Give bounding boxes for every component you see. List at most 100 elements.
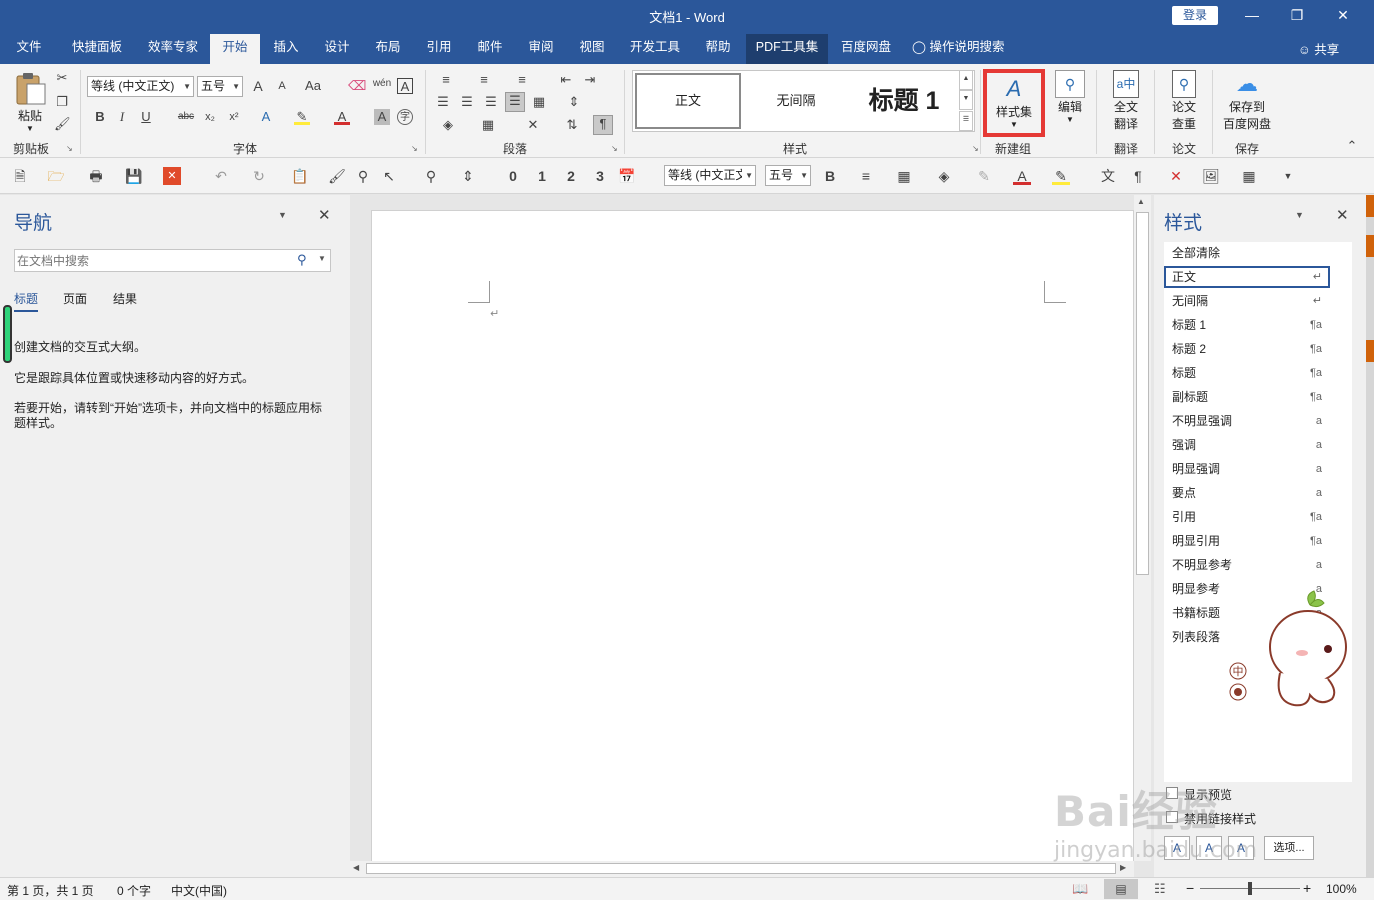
font-size-combo[interactable]: 五号 ▼ <box>197 76 243 97</box>
qat-fill-icon[interactable]: ◈ <box>934 167 954 185</box>
nav-search-box[interactable]: ⚲ ▼ <box>14 249 331 272</box>
qat-table-icon[interactable]: ▦ <box>895 167 913 185</box>
gallery-up-icon[interactable]: ▲ <box>959 70 973 90</box>
show-marks-icon[interactable]: ¶ <box>593 115 613 135</box>
styles-pane-menu-icon[interactable]: ▼ <box>1295 210 1304 220</box>
style-row-heading-1[interactable]: 标题 1 ¶a <box>1164 314 1352 336</box>
web-layout-icon[interactable]: ☷ <box>1154 881 1166 897</box>
cut-icon[interactable]: ✂ <box>54 70 70 86</box>
style-row-no-spacing[interactable]: 无间隔 ↵ <box>1164 290 1352 312</box>
tab-efficiency-expert[interactable]: 效率专家 <box>138 34 208 64</box>
level-0-button[interactable]: 0 <box>506 167 520 185</box>
zoom-level[interactable]: 100% <box>1326 882 1357 896</box>
style-row-normal[interactable]: 正文 ↵ <box>1164 266 1330 288</box>
restore-button[interactable]: ❐ <box>1274 0 1320 30</box>
zoom-slider-thumb[interactable] <box>1248 882 1252 895</box>
distributed-icon[interactable]: ▦ <box>531 94 547 110</box>
qat-font-size-combo[interactable]: 五号 ▼ <box>765 165 811 186</box>
sort-icon[interactable]: ⇅ <box>564 117 580 133</box>
highlight-icon[interactable]: ✎ <box>294 109 310 125</box>
style-row-strong[interactable]: 要点 a <box>1164 482 1352 504</box>
side-handle[interactable] <box>3 305 12 363</box>
nav-pane-menu-icon[interactable]: ▼ <box>278 210 287 220</box>
select-icon[interactable]: ↖ <box>380 167 398 185</box>
grow-font-icon[interactable]: A <box>250 78 266 94</box>
tab-view[interactable]: 视图 <box>568 34 616 64</box>
paragraph-launcher-icon[interactable]: ↘ <box>611 144 621 154</box>
style-row-subtle-emphasis[interactable]: 不明显强调 a <box>1164 410 1352 432</box>
status-words[interactable]: 0 个字 <box>117 882 151 899</box>
zoom-in-icon[interactable]: + <box>1303 880 1311 896</box>
status-page[interactable]: 第 1 页，共 1 页 <box>7 882 94 899</box>
text-effects-icon[interactable]: A <box>258 109 274 125</box>
qat-layout-icon[interactable]: ▦ <box>1238 167 1260 185</box>
nav-tab-results[interactable]: 结果 <box>113 290 137 307</box>
style-row-emphasis[interactable]: 强调 a <box>1164 434 1352 456</box>
qat-font-color-icon[interactable]: A <box>1013 167 1031 185</box>
zoom-out-icon[interactable]: − <box>1186 880 1194 896</box>
tab-quick-panel[interactable]: 快捷面板 <box>62 34 132 64</box>
save-icon[interactable]: 💾 <box>124 167 144 185</box>
scroll-up-icon[interactable]: ▲ <box>1137 197 1145 206</box>
level-2-button[interactable]: 2 <box>564 167 578 185</box>
horizontal-scrollbar[interactable]: ◀ ▶ <box>350 861 1134 877</box>
zoom-icon[interactable]: ⚲ <box>422 167 440 185</box>
save-to-baidu-button[interactable]: ☁ 保存到 百度网盘 <box>1218 70 1276 136</box>
font-launcher-icon[interactable]: ↘ <box>411 144 421 154</box>
close-doc-icon[interactable]: ✕ <box>163 167 181 185</box>
print-layout-icon[interactable]: ▤ <box>1104 879 1138 899</box>
tab-design[interactable]: 设计 <box>313 34 361 64</box>
level-1-button[interactable]: 1 <box>535 167 549 185</box>
paste-small-icon[interactable]: 📋 <box>288 167 312 185</box>
qat-align-icon[interactable]: ≡ <box>857 167 875 185</box>
gallery-more-icon[interactable]: ☰ <box>959 111 973 131</box>
bullets-icon[interactable]: ≡ <box>435 72 457 88</box>
decrease-indent-icon[interactable]: ⇤ <box>556 72 576 88</box>
font-color-icon[interactable]: A <box>334 109 350 125</box>
shading-icon[interactable]: ◈ <box>435 117 461 133</box>
collapse-ribbon-icon[interactable]: ⌃ <box>1344 138 1360 154</box>
open-icon[interactable]: 🗁 <box>44 167 68 185</box>
shrink-font-icon[interactable]: A <box>274 78 290 94</box>
nav-search-input[interactable] <box>17 252 287 269</box>
level-3-button[interactable]: 3 <box>593 167 607 185</box>
close-icon[interactable]: ✕ <box>318 206 331 224</box>
hscroll-thumb[interactable] <box>366 863 1116 874</box>
format-painter-icon[interactable]: 🖌 <box>54 116 71 132</box>
qat-font-name-combo[interactable]: 等线 (中文正文) ▼ <box>664 165 756 186</box>
close-window-button[interactable]: ✕ <box>1320 0 1366 30</box>
edit-button[interactable]: ⚲ 编辑 ▼ <box>1052 70 1088 136</box>
search-icon[interactable]: ⚲ <box>354 167 372 185</box>
document-page[interactable]: ↵ <box>371 210 1134 877</box>
format-painter-small-icon[interactable]: 🖌 <box>328 167 346 185</box>
style-row-subtitle[interactable]: 副标题 ¶a <box>1164 386 1352 408</box>
tab-references[interactable]: 引用 <box>415 34 463 64</box>
bold-icon[interactable]: B <box>92 109 108 125</box>
change-case-icon[interactable]: Aa <box>302 78 324 94</box>
calendar-icon[interactable]: 📅 <box>617 167 637 185</box>
tab-layout[interactable]: 布局 <box>364 34 412 64</box>
qat-pen-icon[interactable]: ✎ <box>974 167 994 185</box>
read-mode-icon[interactable]: 📖 <box>1072 881 1088 897</box>
style-row-clear-all[interactable]: 全部清除 <box>1164 242 1352 264</box>
vertical-scrollbar[interactable]: ▲ <box>1134 195 1151 861</box>
paper-check-button[interactable]: ⚲ 论文 查重 <box>1162 70 1206 136</box>
qat-bold-icon[interactable]: B <box>822 167 838 185</box>
chinese-layout-icon[interactable]: ✕ <box>518 117 548 133</box>
align-right-icon[interactable]: ☰ <box>483 94 499 110</box>
enclose-char-icon[interactable]: 字 <box>397 109 413 125</box>
italic-icon[interactable]: I <box>114 109 130 125</box>
redo-icon[interactable]: ↻ <box>250 167 268 185</box>
qat-customize-icon[interactable]: ▼ <box>1282 167 1294 185</box>
undo-icon[interactable]: ↶ <box>210 167 232 185</box>
tab-insert[interactable]: 插入 <box>262 34 310 64</box>
char-border-icon[interactable]: A <box>397 78 413 94</box>
search-icon[interactable]: ⚲ <box>297 252 307 268</box>
close-icon[interactable]: ✕ <box>1336 206 1349 224</box>
tab-pdf-tools[interactable]: PDF工具集 <box>746 34 828 64</box>
font-name-combo[interactable]: 等线 (中文正文) ▼ <box>87 76 194 97</box>
login-button[interactable]: 登录 <box>1172 6 1218 25</box>
char-shading-icon[interactable]: A <box>374 109 390 125</box>
increase-indent-icon[interactable]: ⇥ <box>580 72 600 88</box>
style-row-subtle-reference[interactable]: 不明显参考 a <box>1164 554 1352 576</box>
